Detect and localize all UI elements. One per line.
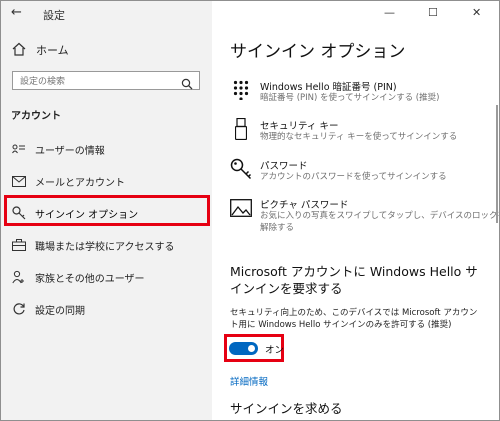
window-controls: — ☐ ✕ [364,1,499,27]
sidebar-item-sync[interactable]: 設定の同期 [1,293,212,325]
toggle-state-label: オン [265,345,285,356]
sidebar-item-label: メールとアカウント [35,177,125,189]
option-title: セキュリティ キー [260,121,339,132]
search-icon[interactable] [181,75,193,94]
sidebar-item-family-users[interactable]: 家族とその他のユーザー [1,261,212,293]
user-info-icon [11,141,27,157]
learn-more-link[interactable]: 詳細情報 [230,374,268,388]
option-password[interactable]: パスワード アカウントのパスワードを使ってサインインする [230,158,490,198]
sidebar-item-work-school[interactable]: 職場または学校にアクセスする [1,229,212,261]
scrollbar[interactable] [496,105,498,223]
hello-toggle-switch[interactable] [229,342,258,355]
sidebar-item-label: 設定の同期 [35,305,85,317]
page-title: サインイン オプション [230,42,406,62]
require-sign-in-title: サインインを求める [230,401,343,416]
sidebar-item-label: 家族とその他のユーザー [35,273,145,285]
highlight-box [4,195,210,226]
mail-icon [11,173,27,189]
toggle-knob [248,345,255,352]
option-windows-hello-pin[interactable]: Windows Hello 暗証番号 (PIN) 暗証番号 (PIN) を使って… [230,79,490,119]
home-nav[interactable]: ホーム [12,41,69,59]
sidebar-item-user-info[interactable]: ユーザーの情報 [1,133,212,165]
maximize-icon[interactable]: ☐ [428,6,438,19]
sidebar-item-label: ユーザーの情報 [35,145,105,157]
home-icon [12,41,26,60]
sidebar: ← 設定 ホーム アカウント ユーザーの情報 メールとア [1,1,212,420]
home-label: ホーム [36,44,69,57]
pin-pad-icon [230,79,252,101]
option-title: パスワード [260,161,308,172]
search-box[interactable] [12,71,200,90]
close-icon[interactable]: ✕ [472,6,481,19]
option-description: 暗証番号 (PIN) を使ってサインインする (推奨) [260,93,440,103]
option-description: 物理的なセキュリティ キーを使ってサインインする [260,132,458,142]
usb-key-icon [230,118,252,140]
settings-window: ← 設定 ホーム アカウント ユーザーの情報 メールとア [0,0,500,421]
back-arrow-icon[interactable]: ← [11,5,22,20]
window-title: 設定 [43,9,65,22]
sync-icon [11,301,27,317]
hello-section-description: セキュリティ向上のため、このデバイスでは Microsoft アカウント用に W… [230,308,478,330]
main-pane: — ☐ ✕ サインイン オプション Windows Hello 暗証番号 (PI… [212,1,499,420]
option-description: アカウントのパスワードを使ってサインインする [260,172,447,182]
picture-icon [230,197,252,219]
option-title: Windows Hello 暗証番号 (PIN) [260,82,397,93]
key-icon [230,158,252,180]
search-input[interactable] [18,74,177,89]
option-security-key[interactable]: セキュリティ キー 物理的なセキュリティ キーを使ってサインインする [230,118,490,158]
option-picture-password[interactable]: ピクチャ パスワード お気に入りの写真をスワイプしてタップし、デバイスのロックを… [230,197,499,247]
briefcase-icon [11,237,27,253]
people-icon [11,269,27,285]
option-description: お気に入りの写真をスワイプしてタップし、デバイスのロックを解除する [260,211,500,233]
sidebar-item-label: 職場または学校にアクセスする [35,241,175,253]
section-title: アカウント [11,111,61,122]
minimize-icon[interactable]: — [384,6,395,19]
option-title: ピクチャ パスワード [260,200,349,211]
hello-section-title: Microsoft アカウントに Windows Hello サインインを要求す… [230,264,478,296]
title-bar: ← 設定 [1,1,212,27]
sidebar-item-email-accounts[interactable]: メールとアカウント [1,165,212,197]
